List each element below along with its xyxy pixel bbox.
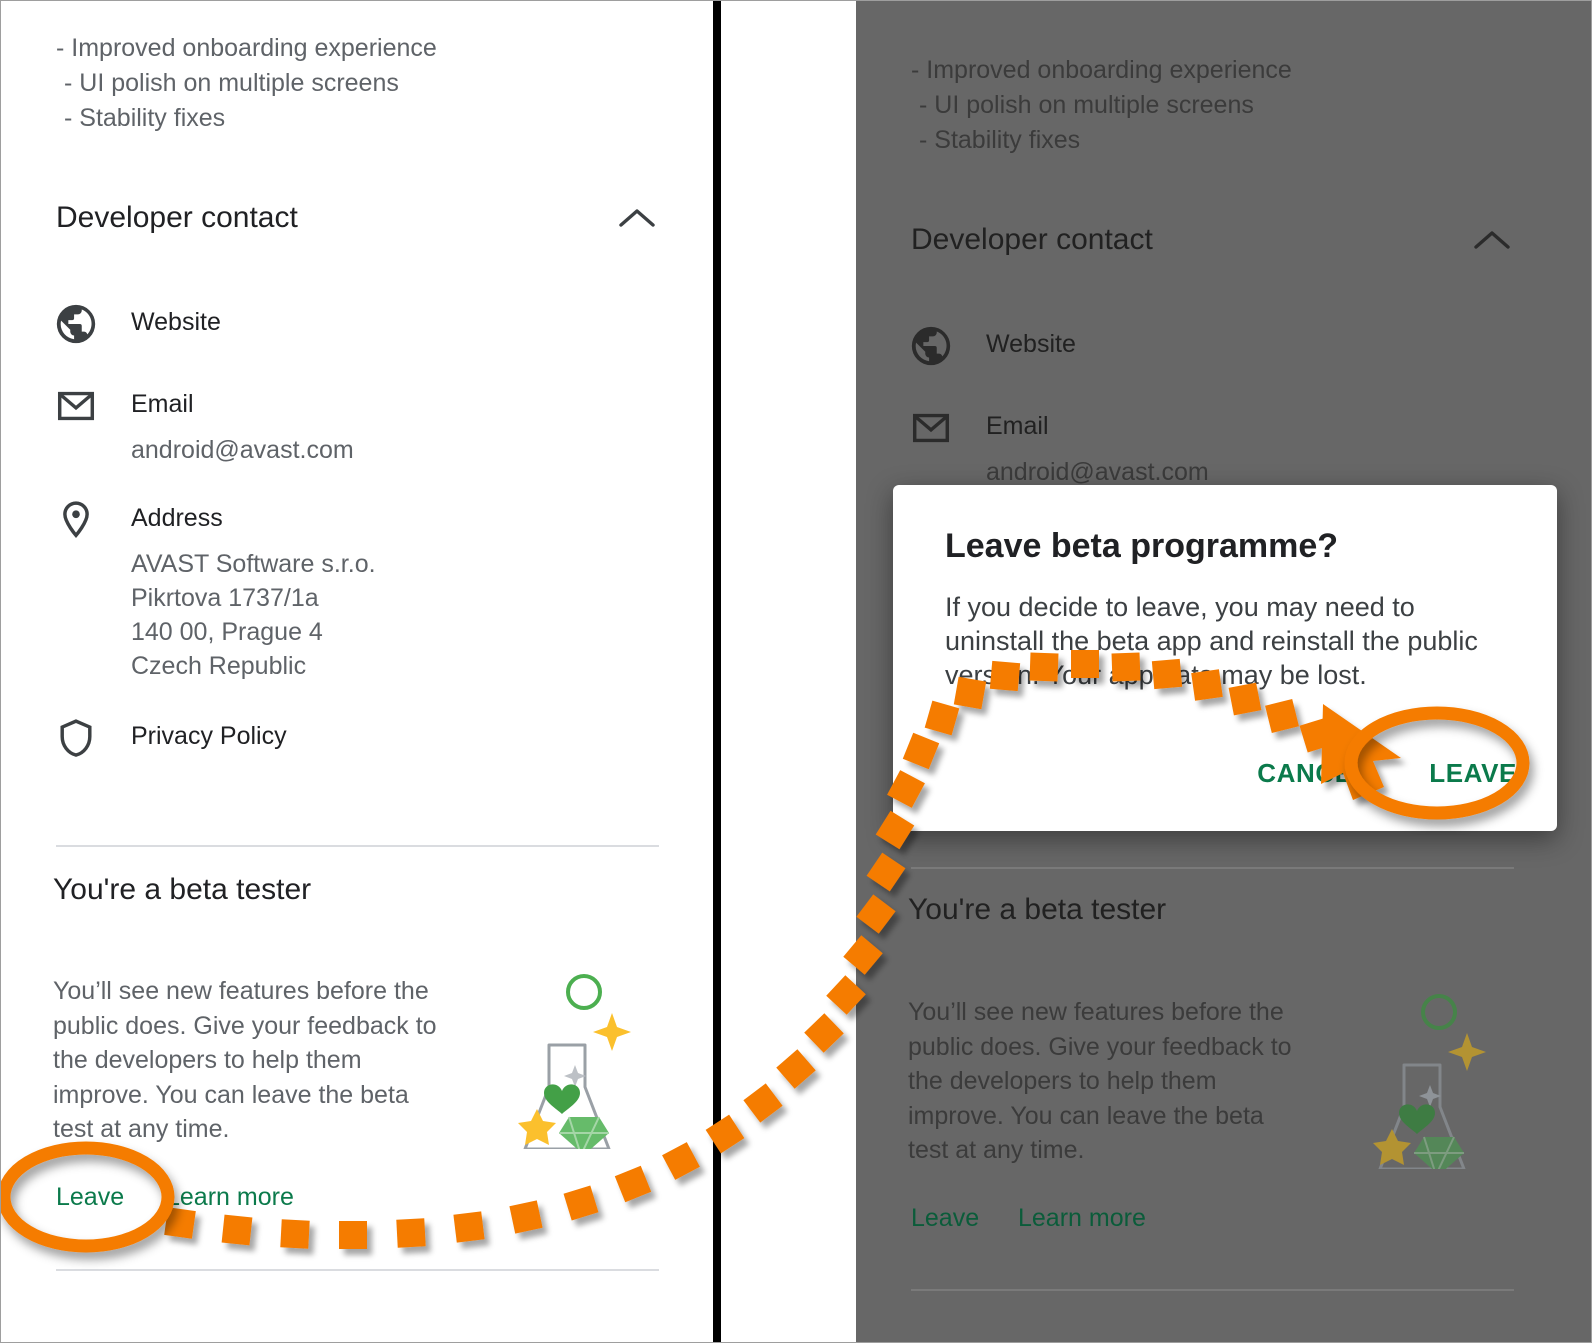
screenshot-canvas: - Improved onboarding experience - UI po… xyxy=(0,0,1592,1343)
whats-new-line: - Stability fixes xyxy=(919,126,1081,154)
contact-label-privacy-policy: Privacy Policy xyxy=(131,722,287,750)
chevron-up-icon[interactable] xyxy=(1470,226,1514,254)
beta-tester-title: You're a beta tester xyxy=(53,873,312,906)
contact-label-email: Email xyxy=(986,412,1049,440)
beta-learn-more-link[interactable]: Learn more xyxy=(1018,1204,1146,1233)
dialog-action-row: CANCEL LEAVE xyxy=(1257,758,1517,789)
beta-tester-description: You’ll see new features before the publi… xyxy=(53,977,437,1143)
developer-contact-header[interactable]: Developer contact xyxy=(56,201,659,235)
beta-leave-link[interactable]: Leave xyxy=(56,1183,124,1212)
address-line: Czech Republic xyxy=(131,652,307,680)
whats-new-line: - Improved onboarding experience xyxy=(56,34,437,62)
section-divider xyxy=(56,845,659,847)
contact-row-website-dim[interactable]: Website xyxy=(908,323,1076,369)
developer-contact-title: Developer contact xyxy=(911,223,1153,256)
whats-new-list-dim: - Improved onboarding experience - UI po… xyxy=(911,53,1292,158)
contact-row-privacy-policy[interactable]: Privacy Policy xyxy=(53,715,287,761)
beta-flask-illustration xyxy=(1342,989,1492,1176)
contact-label-website: Website xyxy=(131,308,221,336)
panel-edge-separator xyxy=(713,1,721,1342)
contact-row-address[interactable]: Address AVAST Software s.r.o. Pikrtova 1… xyxy=(53,497,376,683)
shield-icon xyxy=(53,715,99,761)
globe-icon xyxy=(53,301,99,347)
contact-label-address: Address xyxy=(131,504,223,532)
developer-contact-title: Developer contact xyxy=(56,201,298,234)
contact-address-block: Address AVAST Software s.r.o. Pikrtova 1… xyxy=(131,497,376,683)
address-line: Pikrtova 1737/1a xyxy=(131,584,319,612)
beta-leave-link[interactable]: Leave xyxy=(911,1204,979,1233)
beta-learn-more-link[interactable]: Learn more xyxy=(166,1183,294,1212)
contact-email-block: Email android@avast.com xyxy=(131,383,354,467)
dialog-title: Leave beta programme? xyxy=(945,527,1339,565)
contact-row-website[interactable]: Website xyxy=(53,301,221,347)
whats-new-line: - Stability fixes xyxy=(64,104,226,132)
bottom-divider xyxy=(911,1289,1514,1291)
developer-contact-header-dim[interactable]: Developer contact xyxy=(911,223,1514,257)
dialog-body-text: If you decide to leave, you may need to … xyxy=(945,592,1478,690)
contact-label-website: Website xyxy=(986,330,1076,358)
globe-icon xyxy=(908,323,954,369)
email-icon xyxy=(908,405,954,451)
beta-flask-illustration xyxy=(487,969,637,1156)
contact-row-email-dim[interactable]: Email android@avast.com xyxy=(908,405,1209,489)
whats-new-list: - Improved onboarding experience - UI po… xyxy=(56,31,437,136)
dialog-leave-button[interactable]: LEAVE xyxy=(1429,758,1517,789)
whats-new-line: - UI polish on multiple screens xyxy=(919,91,1254,119)
address-line: 140 00, Prague 4 xyxy=(131,618,323,646)
contact-label-email: Email xyxy=(131,390,194,418)
bottom-divider xyxy=(56,1269,659,1271)
whats-new-line: - UI polish on multiple screens xyxy=(64,69,399,97)
beta-tester-description: You’ll see new features before the publi… xyxy=(908,998,1292,1164)
contact-value-email: android@avast.com xyxy=(131,436,354,464)
whats-new-line: - Improved onboarding experience xyxy=(911,56,1292,84)
section-divider xyxy=(911,867,1514,869)
chevron-up-icon[interactable] xyxy=(615,204,659,232)
contact-value-email: android@avast.com xyxy=(986,458,1209,486)
pin-icon xyxy=(53,497,99,543)
email-icon xyxy=(53,383,99,429)
contact-row-email[interactable]: Email android@avast.com xyxy=(53,383,354,467)
dialog-cancel-button[interactable]: CANCEL xyxy=(1257,758,1369,789)
left-panel-app-page: - Improved onboarding experience - UI po… xyxy=(1,1,719,1342)
contact-email-block: Email android@avast.com xyxy=(986,405,1209,489)
beta-tester-title: You're a beta tester xyxy=(908,893,1167,926)
leave-beta-dialog: Leave beta programme? If you decide to l… xyxy=(893,485,1557,831)
address-line: AVAST Software s.r.o. xyxy=(131,550,376,578)
